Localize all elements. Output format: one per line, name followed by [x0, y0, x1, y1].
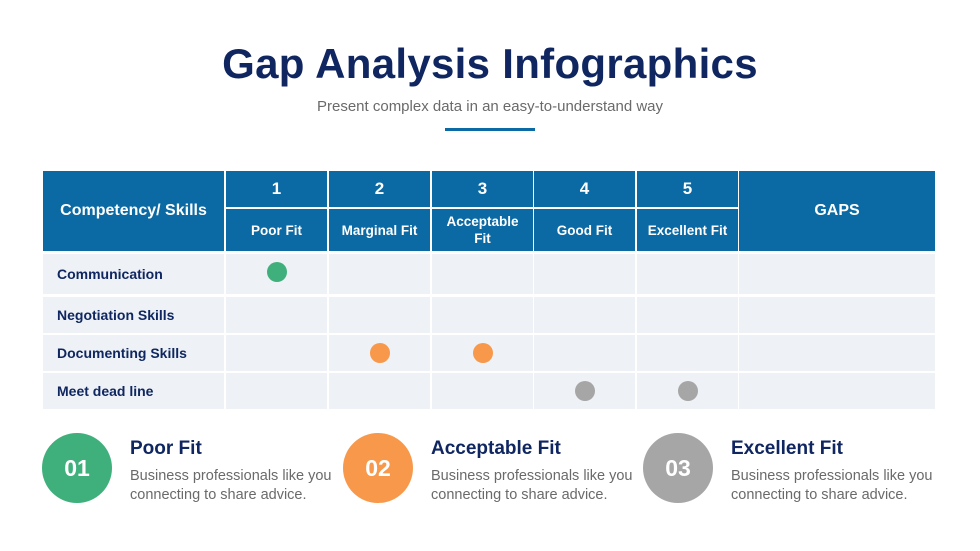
row-label: Documenting Skills	[43, 335, 224, 371]
rating-cell	[432, 254, 533, 294]
legend-number-badge: 02	[343, 433, 413, 503]
column-number-1: 1	[226, 171, 327, 207]
gaps-header: GAPS	[739, 171, 935, 251]
rating-cell	[329, 254, 430, 294]
legend-title: Poor Fit	[130, 438, 202, 459]
rating-cell	[637, 335, 738, 371]
row-label: Meet dead line	[43, 373, 224, 409]
column-label-4: Good Fit	[534, 209, 635, 251]
rating-cell	[432, 297, 533, 333]
competency-header: Competency/ Skills	[43, 171, 224, 251]
legend-title: Acceptable Fit	[431, 438, 561, 459]
legend-description: Business professionals like you connecti…	[130, 468, 332, 503]
title-divider	[445, 128, 535, 131]
column-label-1: Poor Fit	[226, 209, 327, 251]
gap-cell	[739, 297, 935, 333]
column-number-4: 4	[534, 171, 635, 207]
rating-cell	[432, 335, 533, 371]
page-title: Gap Analysis Infographics	[222, 40, 758, 87]
rating-cell	[534, 254, 635, 294]
gap-cell	[739, 373, 935, 409]
rating-cell	[226, 254, 327, 294]
legend-number-badge: 01	[42, 433, 112, 503]
rating-cell	[226, 335, 327, 371]
legend-number-badge: 03	[643, 433, 713, 503]
page-subtitle: Present complex data in an easy-to-under…	[316, 98, 664, 115]
rating-marker-dot	[472, 343, 493, 363]
row-label: Negotiation Skills	[43, 297, 224, 333]
rating-cell	[637, 254, 738, 294]
gap-cell	[739, 335, 935, 371]
rating-marker-dot	[369, 343, 390, 363]
rating-cell	[226, 297, 327, 333]
rating-marker-dot	[266, 262, 287, 282]
rating-cell	[534, 335, 635, 371]
rating-cell	[329, 335, 430, 371]
rating-cell	[329, 373, 430, 409]
legend-description: Business professionals like you connecti…	[431, 468, 633, 503]
legend-title: Excellent Fit	[731, 438, 843, 459]
rating-cell	[226, 373, 327, 409]
rating-cell	[534, 373, 635, 409]
column-label-2: Marginal Fit	[329, 209, 430, 251]
rating-cell	[432, 373, 533, 409]
legend-description: Business professionals like you connecti…	[731, 468, 933, 503]
rating-marker-dot	[574, 381, 595, 401]
column-label-5: Excellent Fit	[637, 209, 738, 251]
rating-cell	[637, 297, 738, 333]
column-number-3: 3	[432, 171, 533, 207]
rating-cell	[329, 297, 430, 333]
column-label-3: Acceptable Fit	[432, 209, 533, 251]
rating-cell	[534, 297, 635, 333]
column-number-2: 2	[329, 171, 430, 207]
rating-cell	[637, 373, 738, 409]
rating-marker-dot	[677, 381, 698, 401]
row-label: Communication	[43, 254, 224, 294]
gap-cell	[739, 254, 935, 294]
column-number-5: 5	[637, 171, 738, 207]
